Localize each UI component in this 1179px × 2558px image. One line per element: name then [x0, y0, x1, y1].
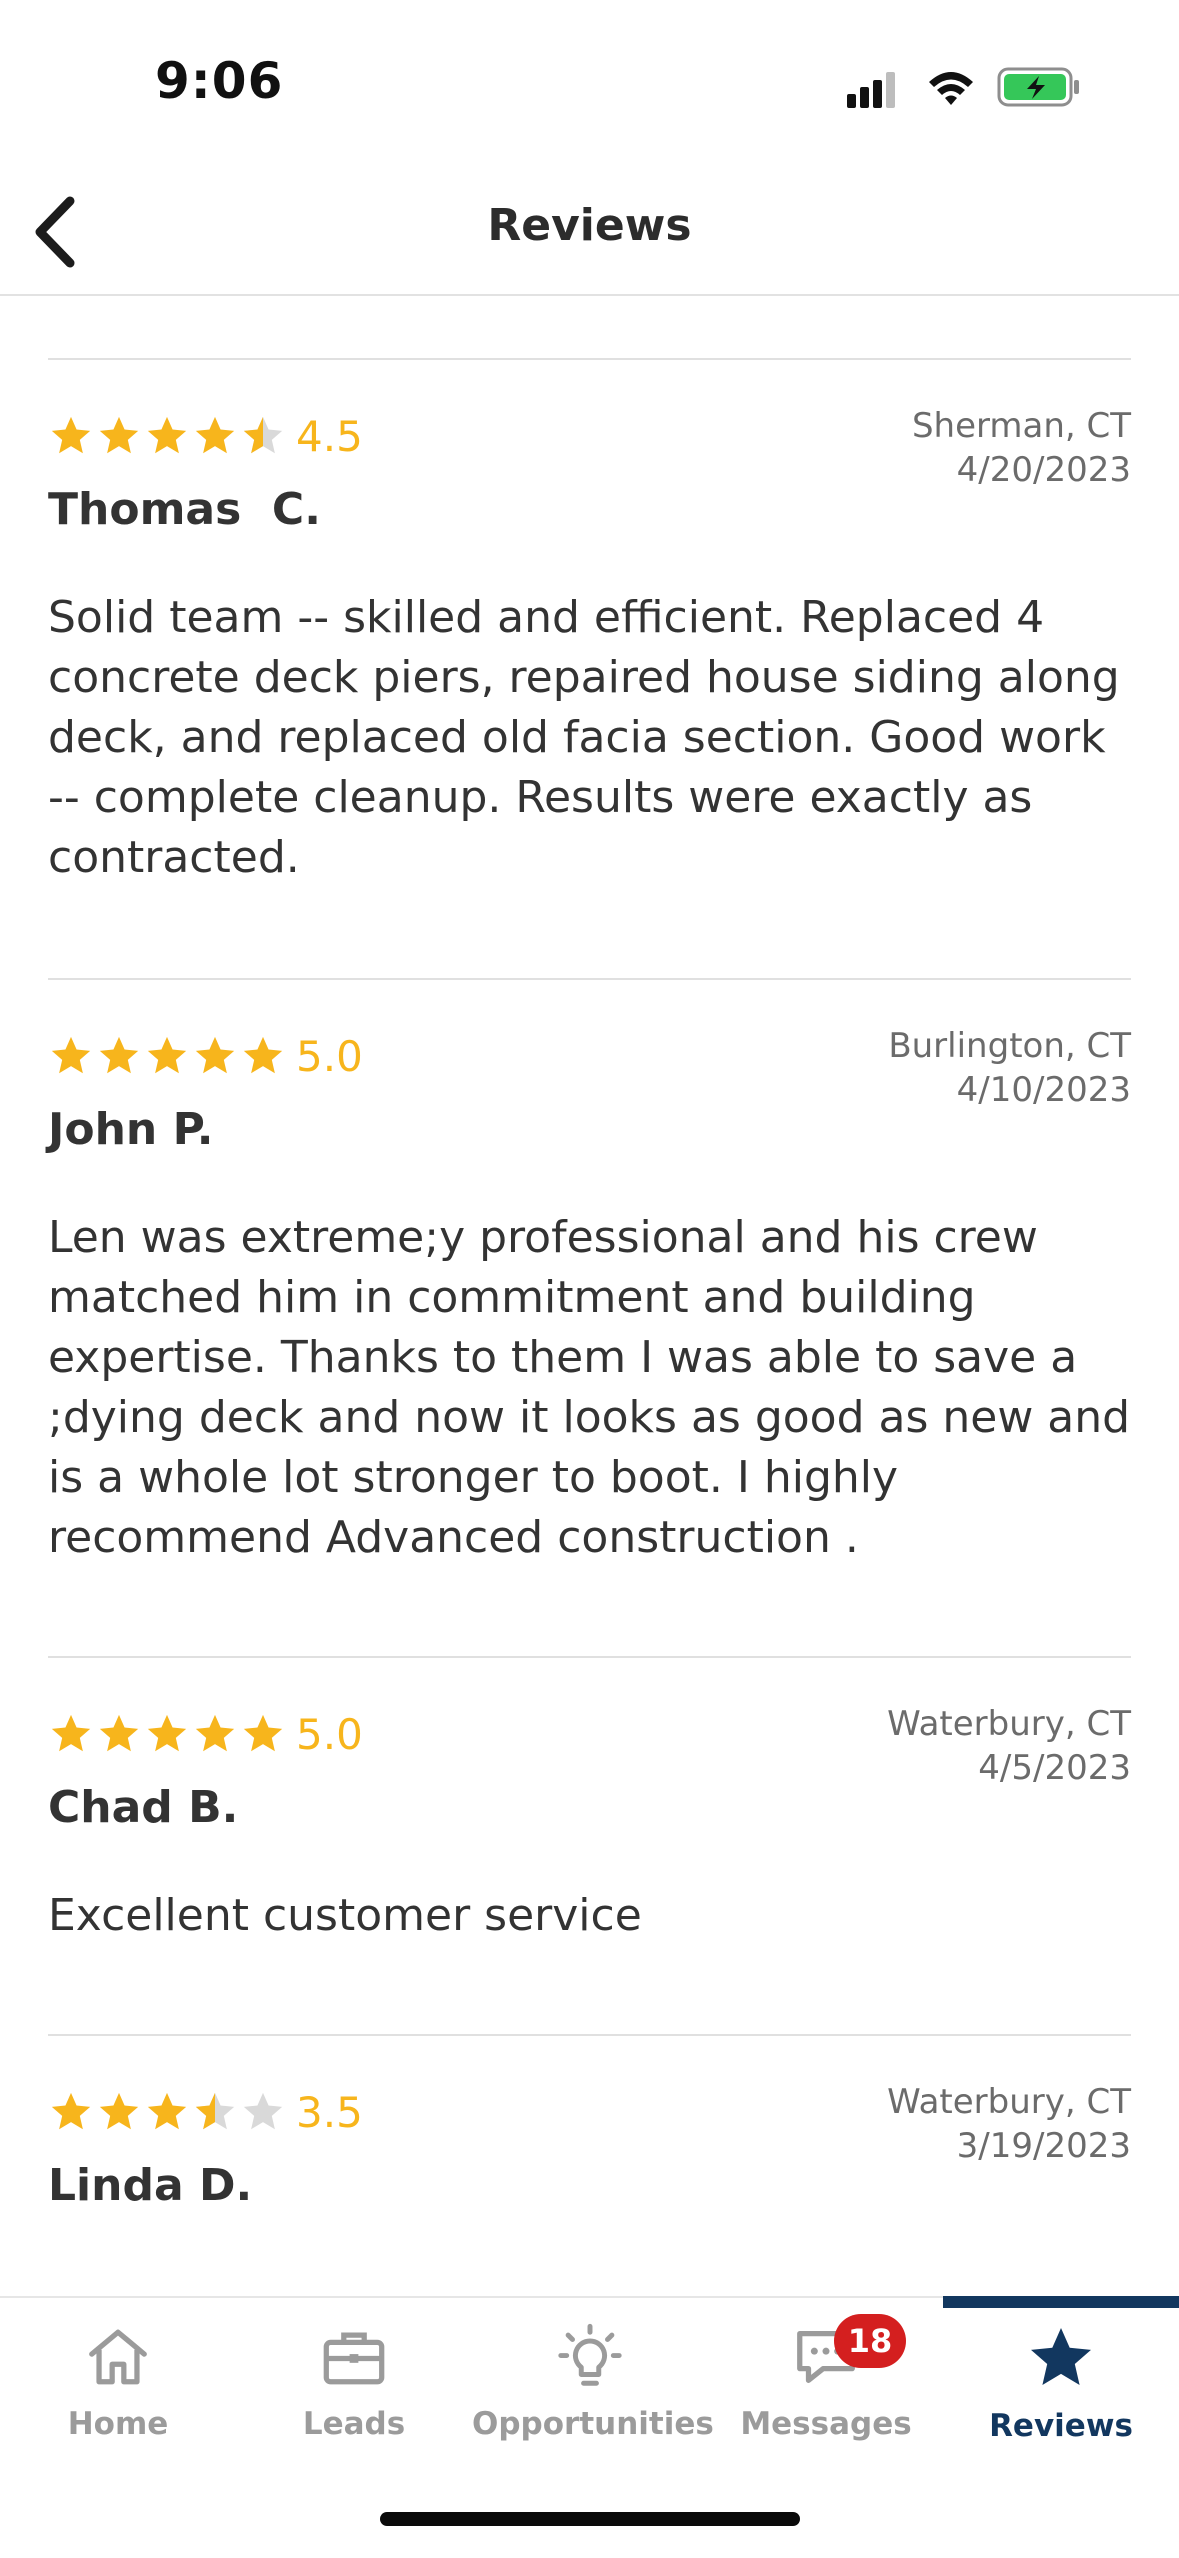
home-indicator	[380, 2512, 800, 2526]
star-rating: 3.5	[48, 2087, 363, 2137]
review-location: Waterbury, CT	[887, 1704, 1131, 1744]
star-icon	[243, 1036, 283, 1074]
tab-home[interactable]: Home	[0, 2322, 236, 2472]
divider	[48, 1656, 1131, 1658]
status-time: 9:06	[155, 52, 284, 110]
cellular-signal-icon	[847, 72, 895, 108]
star-icon	[147, 416, 187, 454]
wifi-icon	[929, 72, 973, 105]
reviewer-name: Chad B.	[48, 1782, 239, 1833]
tab-label: Messages	[740, 2406, 912, 2442]
reviews-list[interactable]: 4.5 Sherman, CT 4/20/2023 Thomas C. Soli…	[0, 296, 1179, 2294]
star-icon	[51, 1714, 91, 1752]
star-icon	[195, 1714, 235, 1752]
star-icon	[99, 2092, 139, 2130]
briefcase-icon	[323, 2332, 385, 2385]
star-empty-icon	[243, 2092, 283, 2130]
divider	[48, 978, 1131, 980]
review-date: 4/10/2023	[956, 1070, 1131, 1110]
lightbulb-icon	[558, 2323, 622, 2386]
review-meta: Sherman, CT 4/20/2023	[912, 404, 1131, 492]
review-date: 3/19/2023	[956, 2126, 1131, 2166]
review-date: 4/5/2023	[978, 1748, 1131, 1788]
tab-label: Reviews	[989, 2408, 1133, 2444]
rating-value: 3.5	[296, 2087, 363, 2137]
star-icon	[147, 2092, 187, 2130]
star-icon	[51, 416, 91, 454]
status-bar: 9:06	[0, 0, 1179, 170]
star-icon	[147, 1714, 187, 1752]
tab-leads[interactable]: Leads	[236, 2322, 472, 2472]
divider	[48, 2034, 1131, 2036]
star-rating: 4.5	[48, 411, 363, 461]
review-text: Len was extreme;y professional and his c…	[48, 1212, 1131, 1563]
rating-value: 5.0	[296, 1031, 363, 1081]
star-icon	[243, 1714, 283, 1752]
review-date: 4/20/2023	[956, 450, 1131, 490]
star-icon	[195, 416, 235, 454]
active-tab-indicator	[943, 2296, 1179, 2308]
review-meta: Waterbury, CT 3/19/2023	[887, 2080, 1131, 2168]
review-text: Excellent customer service	[48, 1890, 642, 1941]
star-half-icon	[243, 416, 283, 454]
unread-badge: 18	[834, 2314, 906, 2368]
star-half-icon	[195, 2092, 235, 2130]
review-location: Sherman, CT	[911, 406, 1131, 446]
review-text: Solid team -- skilled and efficient. Rep…	[48, 592, 1120, 883]
home-icon	[89, 2329, 147, 2385]
review-meta: Waterbury, CT 4/5/2023	[887, 1702, 1131, 1790]
review-location: Waterbury, CT	[887, 2082, 1131, 2122]
star-rating: 5.0	[48, 1031, 363, 1081]
tab-label: Opportunities	[472, 2406, 714, 2442]
rating-value: 4.5	[296, 411, 363, 461]
tab-messages[interactable]: 18 Messages	[708, 2314, 944, 2472]
review-location: Burlington, CT	[888, 1026, 1131, 1066]
star-icon	[99, 1714, 139, 1752]
tab-reviews[interactable]: Reviews	[943, 2322, 1179, 2472]
star-icon	[99, 1036, 139, 1074]
star-icon	[51, 2092, 91, 2130]
review-meta: Burlington, CT 4/10/2023	[888, 1024, 1131, 1112]
reviewer-name: Linda D.	[48, 2160, 253, 2211]
divider	[48, 358, 1131, 360]
tab-label: Home	[67, 2406, 169, 2442]
star-icon	[195, 1036, 235, 1074]
tab-label: Leads	[302, 2406, 406, 2442]
star-icon	[99, 416, 139, 454]
battery-charging-icon	[997, 67, 1079, 107]
navigation-bar: Reviews	[0, 170, 1179, 296]
star-rating: 5.0	[48, 1709, 363, 1759]
star-icon	[51, 1036, 91, 1074]
page-title: Reviews	[487, 200, 692, 251]
star-icon	[1031, 2328, 1091, 2385]
reviewer-name: Thomas C.	[48, 484, 321, 535]
tab-opportunities[interactable]: Opportunities	[472, 2322, 714, 2472]
star-icon	[147, 1036, 187, 1074]
rating-value: 5.0	[296, 1709, 363, 1759]
reviewer-name: John P.	[48, 1104, 214, 1155]
